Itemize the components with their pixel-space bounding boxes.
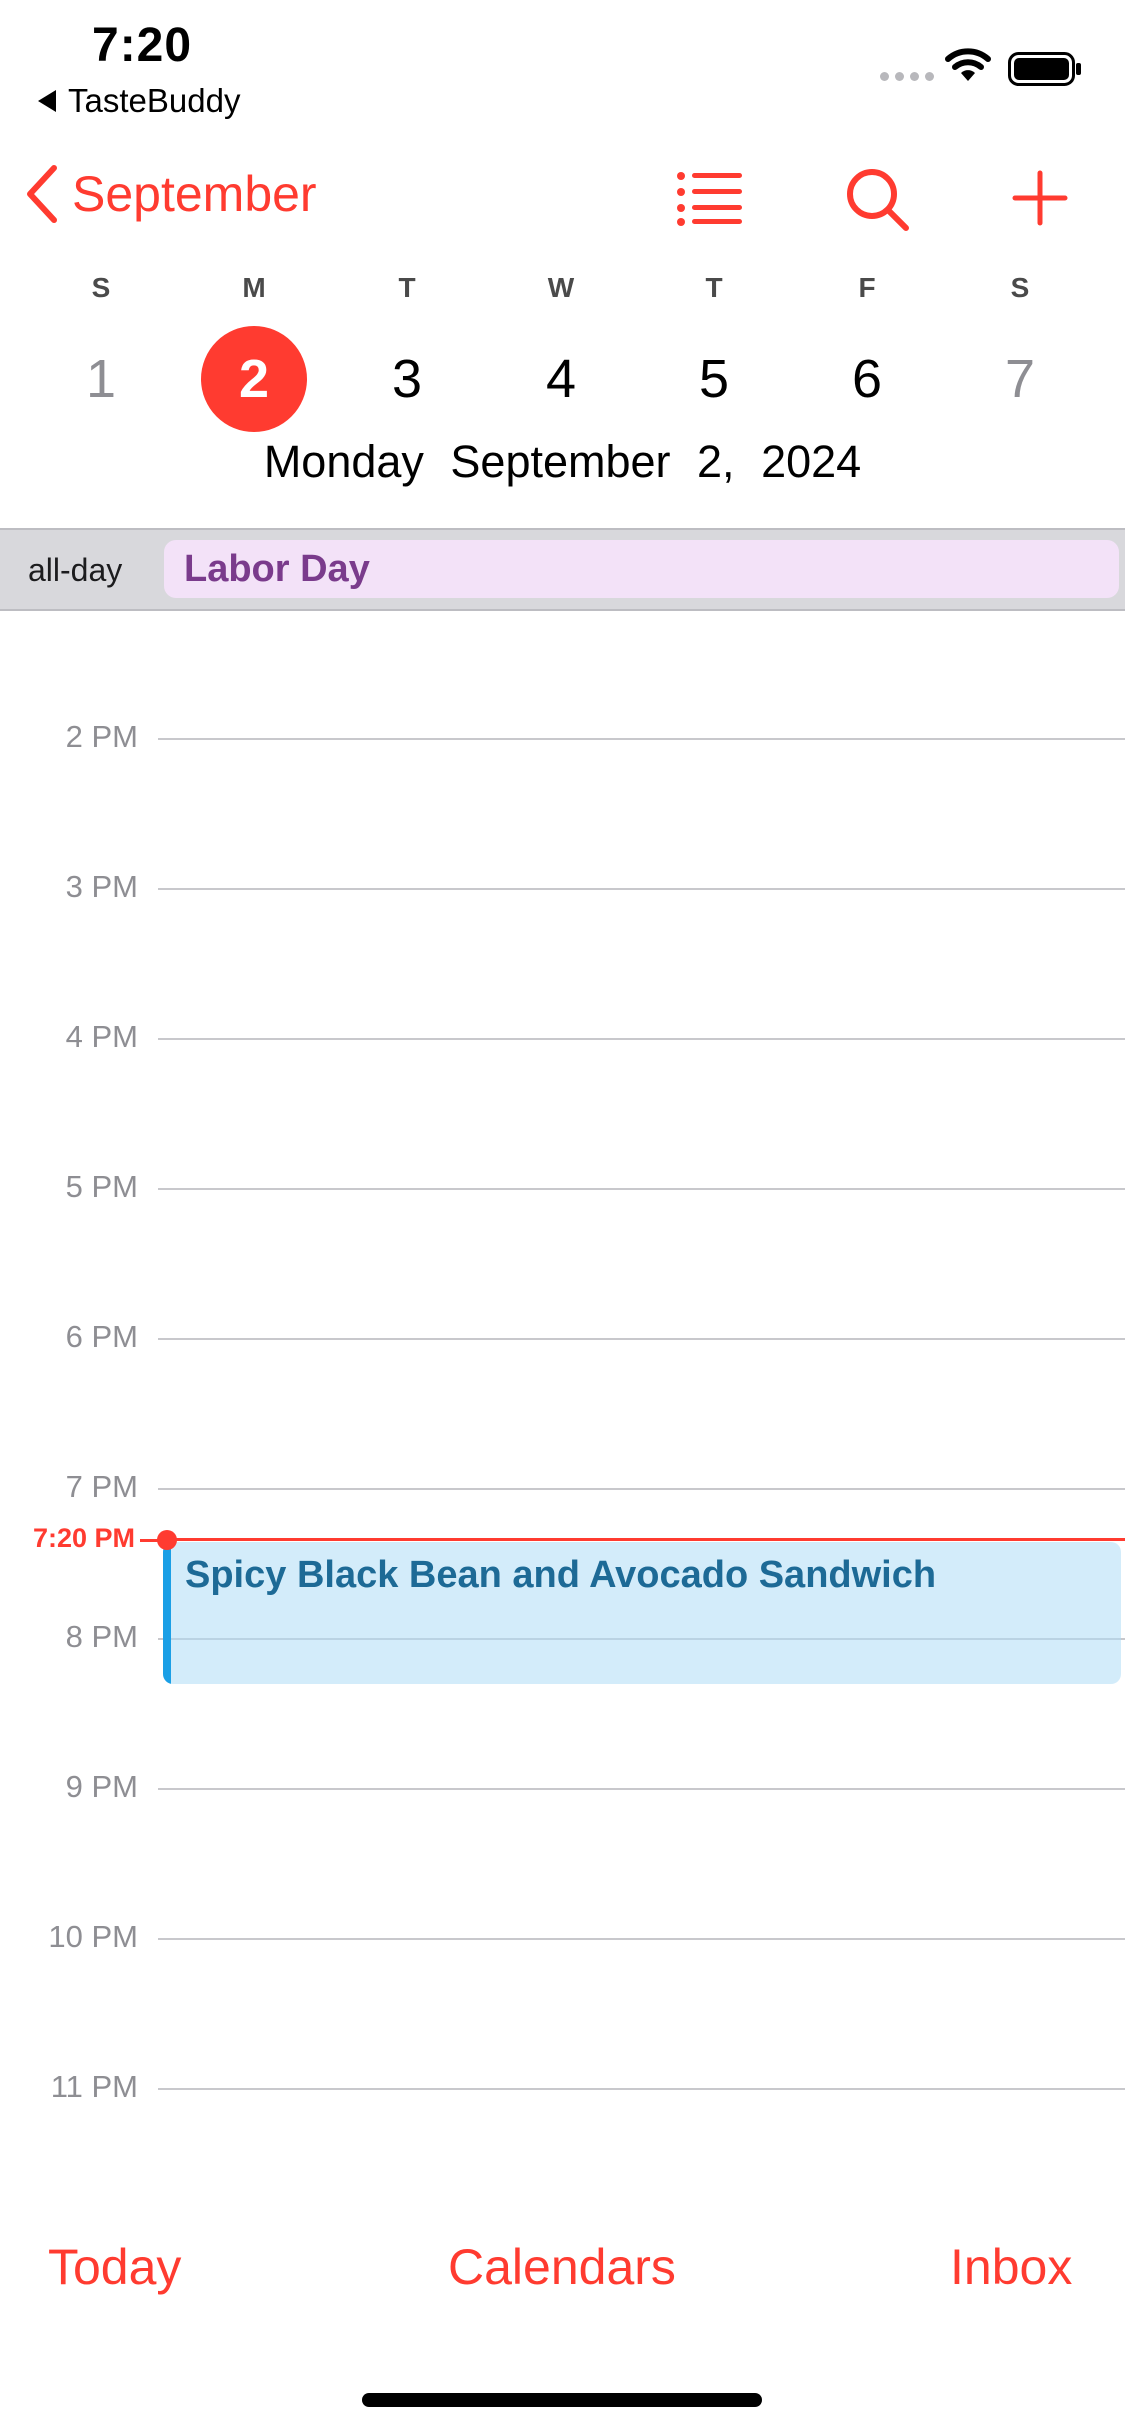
- month-back-button[interactable]: September: [24, 164, 317, 224]
- current-time-line: [166, 1538, 1125, 1541]
- day-6[interactable]: 6: [814, 326, 920, 432]
- today-button[interactable]: Today: [48, 2238, 181, 2296]
- chevron-left-icon: [27, 165, 57, 223]
- selected-date-title: Monday September 2, 2024: [263, 436, 862, 487]
- hour-gridline: [158, 2088, 1125, 2090]
- back-app-label: TasteBuddy: [68, 82, 241, 119]
- weekday-letter-sun: S: [91, 272, 111, 303]
- hour-label: 8 PM: [65, 1619, 138, 1654]
- weekday-letter-fri: F: [858, 272, 876, 303]
- current-time-label: 7:20 PM: [32, 1523, 135, 1553]
- all-day-label: all-day: [28, 552, 123, 588]
- back-triangle-icon: [38, 90, 56, 112]
- day-5[interactable]: 5: [661, 326, 767, 432]
- cellular-signal-icon: [880, 72, 934, 81]
- hour-label: 3 PM: [65, 869, 138, 904]
- hour-gridline: [158, 1788, 1125, 1790]
- hour-gridline: [158, 1488, 1125, 1490]
- event-title: Spicy Black Bean and Avocado Sandwich: [185, 1554, 937, 1596]
- hour-row[interactable]: 4 PM: [0, 1019, 1125, 1059]
- all-day-event[interactable]: Labor Day: [164, 540, 1119, 598]
- battery-icon: [1008, 52, 1081, 86]
- weekday-letter-tue: T: [398, 272, 416, 303]
- hour-label: 2 PM: [65, 719, 138, 754]
- current-time-tick: [140, 1539, 158, 1542]
- list-view-button[interactable]: [676, 170, 744, 226]
- add-event-button[interactable]: [1012, 170, 1068, 226]
- hour-label: 10 PM: [48, 1919, 138, 1954]
- weekday-letter-wed: W: [547, 272, 575, 303]
- wifi-icon: [945, 48, 991, 81]
- hour-label: 6 PM: [65, 1319, 138, 1354]
- hour-label: 5 PM: [65, 1169, 138, 1204]
- weekday-letter-thu: T: [705, 272, 723, 303]
- month-label: September: [72, 166, 317, 222]
- hour-row[interactable]: 9 PM: [0, 1769, 1125, 1809]
- hour-gridline: [158, 738, 1125, 740]
- hour-label: 7 PM: [65, 1469, 138, 1504]
- back-to-app-button[interactable]: TasteBuddy: [38, 82, 240, 120]
- hour-gridline: [158, 1188, 1125, 1190]
- status-time: 7:20: [92, 19, 193, 72]
- hour-row[interactable]: 7 PM: [0, 1469, 1125, 1509]
- hour-row[interactable]: 3 PM: [0, 869, 1125, 909]
- day-7[interactable]: 7: [967, 326, 1073, 432]
- event-color-bar: [163, 1542, 171, 1684]
- hour-row[interactable]: 6 PM: [0, 1319, 1125, 1359]
- current-time-dot: [157, 1530, 177, 1550]
- day-2-selected[interactable]: 2: [201, 326, 307, 432]
- weekday-letter-sat: S: [1010, 272, 1030, 303]
- hour-row[interactable]: 10 PM: [0, 1919, 1125, 1959]
- search-button[interactable]: [844, 166, 910, 232]
- hour-gridline: [158, 1338, 1125, 1340]
- day-3[interactable]: 3: [354, 326, 460, 432]
- hour-label: 9 PM: [65, 1769, 138, 1804]
- day-4[interactable]: 4: [508, 326, 614, 432]
- calendar-event[interactable]: Spicy Black Bean and Avocado Sandwich: [163, 1542, 1121, 1684]
- hour-row[interactable]: 11 PM: [0, 2069, 1125, 2109]
- inbox-button[interactable]: Inbox: [950, 2238, 1072, 2296]
- hour-gridline: [158, 1038, 1125, 1040]
- hour-label: 4 PM: [65, 1019, 138, 1054]
- home-indicator[interactable]: [362, 2393, 762, 2407]
- hour-label: 11 PM: [50, 2069, 138, 2104]
- hour-gridline: [158, 1938, 1125, 1940]
- calendars-button[interactable]: Calendars: [448, 2238, 676, 2296]
- hour-row[interactable]: 2 PM: [0, 719, 1125, 759]
- day-1[interactable]: 1: [48, 326, 154, 432]
- hour-gridline: [158, 888, 1125, 890]
- weekday-letter-mon: M: [242, 272, 266, 303]
- hour-row[interactable]: 5 PM: [0, 1169, 1125, 1209]
